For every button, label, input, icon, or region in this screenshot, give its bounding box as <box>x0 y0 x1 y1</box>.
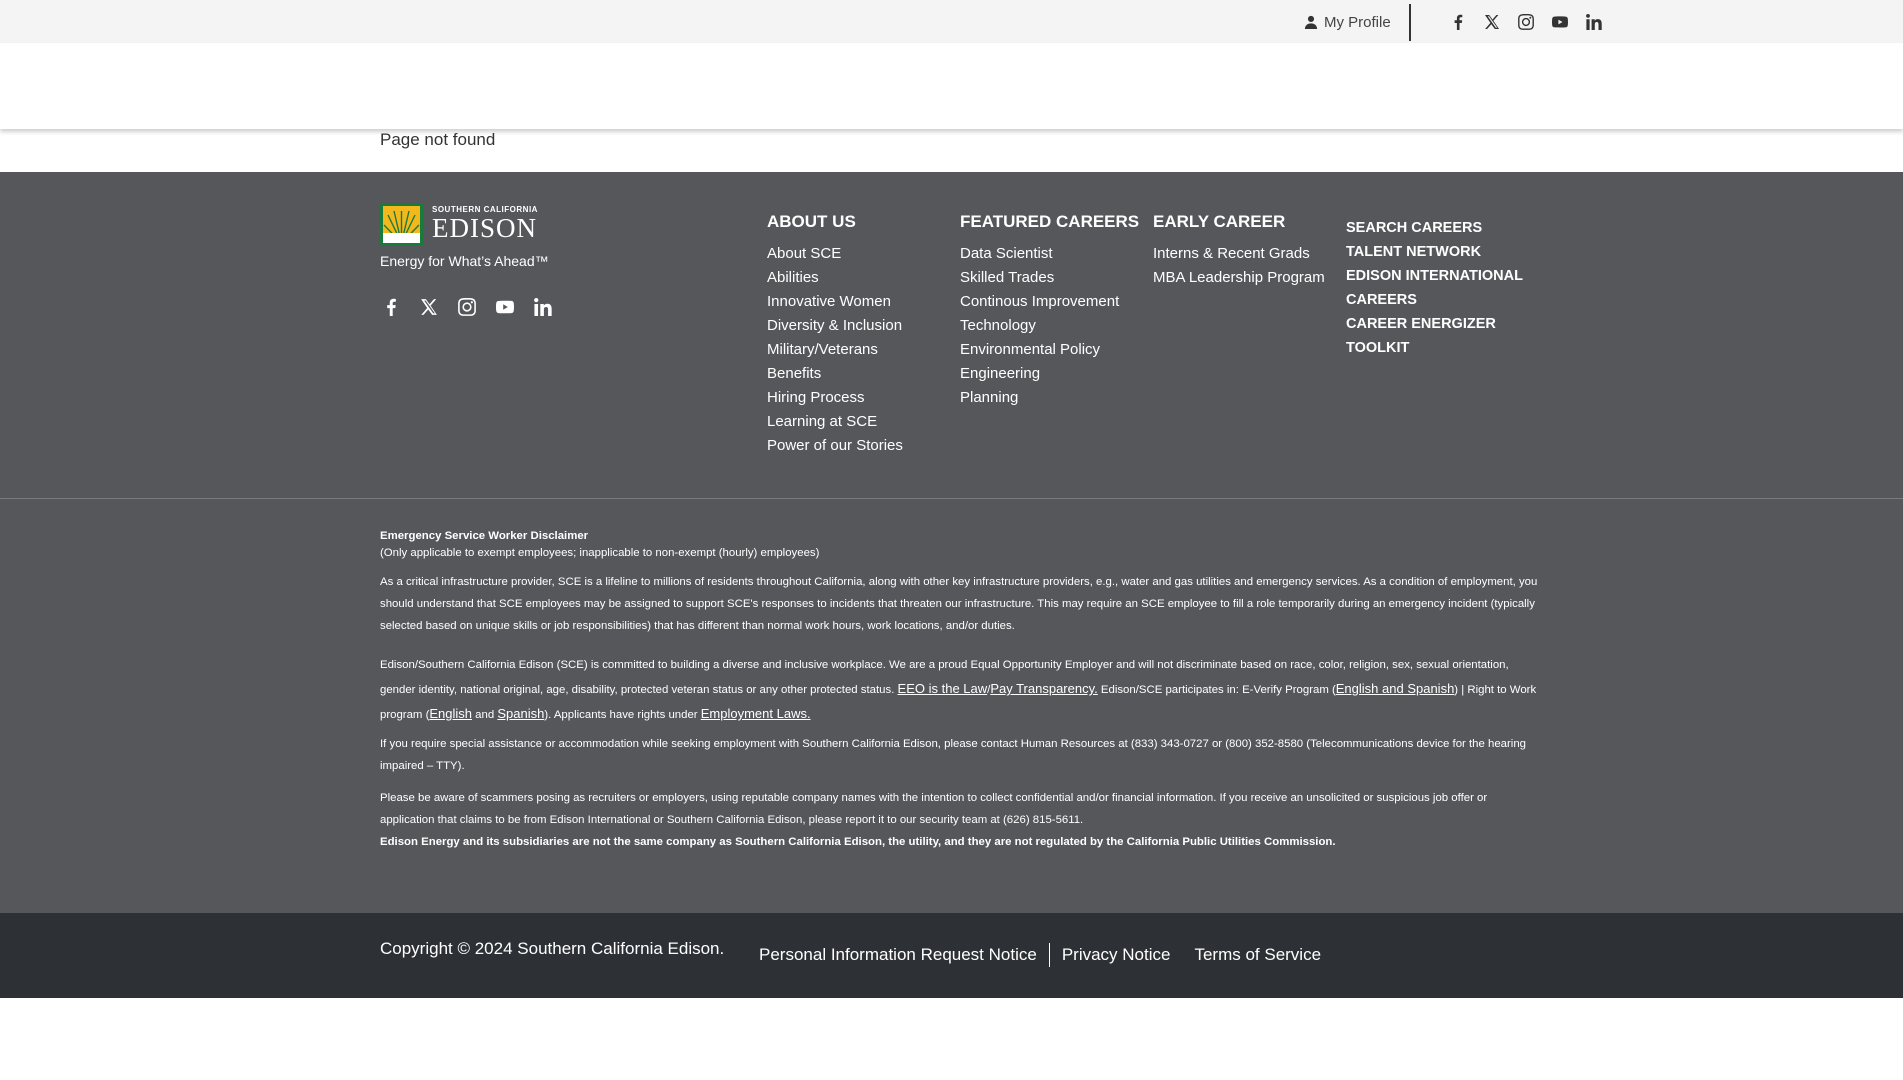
disclaimer-title: Emergency Service Worker Disclaimer <box>380 530 589 542</box>
footer-column-heading: EARLY CAREER <box>1153 212 1286 231</box>
footer-link-diversity-inclusion[interactable]: Diversity & Inclusion <box>767 314 903 338</box>
site-header <box>0 43 1903 129</box>
edison-logo[interactable]: SOUTHERN CALIFORNIA EDISON Energy for Wh… <box>380 203 560 273</box>
footer-link-skilled-trades[interactable]: Skilled Trades <box>960 266 1139 290</box>
employment-laws-link[interactable]: Employment Laws. <box>701 706 811 721</box>
footer-link-interns-recent-grads[interactable]: Interns & Recent Grads <box>1153 242 1325 266</box>
my-profile-label: My Profile <box>1324 13 1391 31</box>
eeo-text-d: ). Applicants have rights under <box>544 709 701 721</box>
linkedin-icon[interactable] <box>1584 12 1604 32</box>
footer-column-heading: ABOUT US <box>767 212 856 231</box>
disclaimer-subtitle: (Only applicable to exempt employees; in… <box>380 547 820 559</box>
footer-link-environmental-policy[interactable]: Environmental Policy <box>960 338 1139 362</box>
eeo-text-b: Edison/SCE participates in: E-Verify Pro… <box>1097 684 1336 696</box>
footer-divider <box>0 498 1903 499</box>
copyright-bar: Copyright © 2024 Southern California Edi… <box>0 913 1903 998</box>
footer-link-abilities[interactable]: Abilities <box>767 266 903 290</box>
copyright-text: Copyright © 2024 Southern California Edi… <box>380 939 725 958</box>
top-utility-bar: My Profile <box>0 0 1903 43</box>
facebook-icon[interactable] <box>1448 12 1468 32</box>
disclaimer-paragraph-5: Edison Energy and its subsidiaries are n… <box>380 836 1336 848</box>
legal-disclaimer: Emergency Service Worker Disclaimer (Onl… <box>380 527 1540 853</box>
footer-link-search-careers[interactable]: SEARCH CAREERS <box>1346 216 1546 240</box>
footer-link-engineering[interactable]: Engineering <box>960 362 1139 386</box>
x-icon[interactable] <box>1482 12 1502 32</box>
footer-link-hiring-process[interactable]: Hiring Process <box>767 386 903 410</box>
footer-column-quick-links: SEARCH CAREERS TALENT NETWORK EDISON INT… <box>1346 216 1546 360</box>
footer-link-innovative-women[interactable]: Innovative Women <box>767 290 903 314</box>
everify-english-spanish-link[interactable]: English and Spanish <box>1336 681 1455 696</box>
x-icon[interactable] <box>418 296 440 318</box>
footer-link-data-scientist[interactable]: Data Scientist <box>960 242 1139 266</box>
footer-link-talent-network[interactable]: TALENT NETWORK <box>1346 240 1546 264</box>
pay-transparency-link[interactable]: Pay Transparency. <box>990 681 1097 696</box>
legal-links: Personal Information Request Notice Priv… <box>759 943 1321 967</box>
youtube-icon[interactable] <box>494 296 516 318</box>
footer-link-continous-improvement[interactable]: Continous Improvement <box>960 290 1139 314</box>
eeo-and: and <box>472 709 498 721</box>
youtube-icon[interactable] <box>1550 12 1570 32</box>
footer-column-featured-careers: FEATURED CAREERS Data Scientist Skilled … <box>960 212 1139 410</box>
edison-sun-logo-icon <box>380 203 423 246</box>
footer-link-benefits[interactable]: Benefits <box>767 362 903 386</box>
facebook-icon[interactable] <box>380 296 402 318</box>
legal-links-separator <box>1048 943 1050 967</box>
personal-information-request-link[interactable]: Personal Information Request Notice <box>759 945 1037 965</box>
user-icon <box>1304 15 1318 29</box>
topbar-divider <box>1409 4 1411 41</box>
footer-link-career-energizer-toolkit[interactable]: CAREER ENERGIZER TOOLKIT <box>1346 312 1546 360</box>
footer-link-planning[interactable]: Planning <box>960 386 1139 410</box>
footer-link-technology[interactable]: Technology <box>960 314 1139 338</box>
page-not-found-message: Page not found <box>380 130 496 149</box>
site-footer: SOUTHERN CALIFORNIA EDISON Energy for Wh… <box>0 172 1903 913</box>
disclaimer-paragraph-3: If you require special assistance or acc… <box>380 738 1527 772</box>
eeo-is-the-law-link[interactable]: EEO is the Law <box>898 681 988 696</box>
logo-name: EDISON <box>432 213 537 243</box>
logo-tagline: Energy for What’s Ahead™ <box>380 253 549 269</box>
right-to-work-english-link[interactable]: English <box>429 706 472 721</box>
terms-of-service-link[interactable]: Terms of Service <box>1194 945 1321 965</box>
footer-social-links <box>380 296 554 318</box>
instagram-icon[interactable] <box>456 296 478 318</box>
privacy-notice-link[interactable]: Privacy Notice <box>1062 945 1171 965</box>
footer-link-military-veterans[interactable]: Military/Veterans <box>767 338 903 362</box>
footer-link-edison-international-careers[interactable]: EDISON INTERNATIONAL CAREERS <box>1346 264 1546 312</box>
footer-link-mba-leadership-program[interactable]: MBA Leadership Program <box>1153 266 1325 290</box>
right-to-work-spanish-link[interactable]: Spanish <box>497 706 544 721</box>
disclaimer-paragraph-1: As a critical infrastructure provider, S… <box>380 576 1538 632</box>
footer-link-about-sce[interactable]: About SCE <box>767 242 903 266</box>
disclaimer-paragraph-4: Please be aware of scammers posing as re… <box>380 792 1488 826</box>
instagram-icon[interactable] <box>1516 12 1536 32</box>
footer-link-learning-at-sce[interactable]: Learning at SCE <box>767 410 903 434</box>
footer-column-heading: FEATURED CAREERS <box>960 212 1140 231</box>
eeo-paragraph: Edison/Southern California Edison (SCE) … <box>380 654 1540 727</box>
my-profile-link[interactable]: My Profile <box>1304 12 1391 32</box>
topbar-social-links <box>1448 12 1604 32</box>
footer-column-early-career: EARLY CAREER Interns & Recent Grads MBA … <box>1153 212 1325 290</box>
footer-column-about-us: ABOUT US About SCE Abilities Innovative … <box>767 212 903 458</box>
linkedin-icon[interactable] <box>532 296 554 318</box>
footer-link-power-of-our-stories[interactable]: Power of our Stories <box>767 434 903 458</box>
